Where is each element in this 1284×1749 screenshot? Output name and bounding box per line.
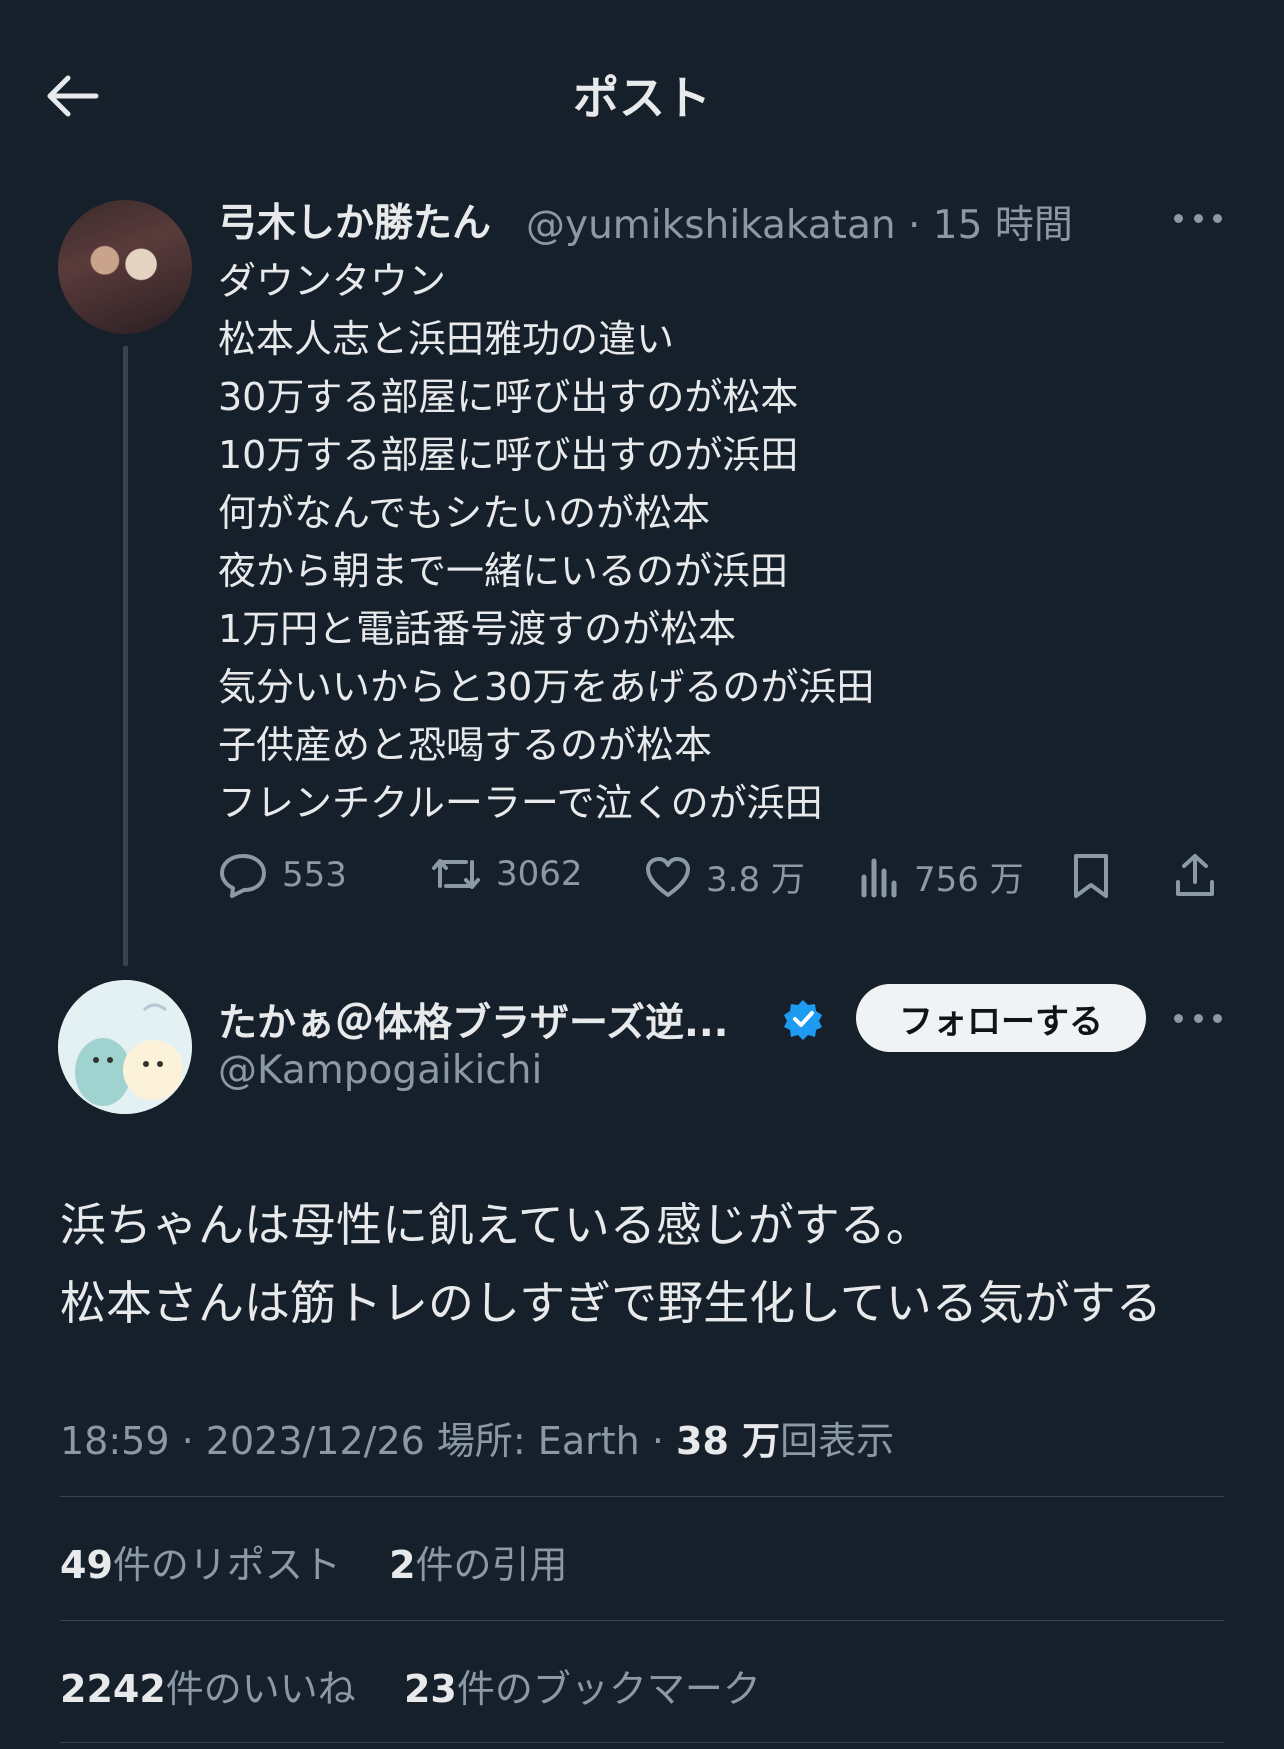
share-icon [1176,854,1214,896]
post-text-line: 気分いいからと30万をあげるのが浜田 [218,665,875,709]
post-location: 場所: Earth [436,1419,640,1463]
thread-connector-line [123,346,128,966]
post-text-line: ダウンタウン [218,259,447,303]
reply-button[interactable]: 553 [218,852,347,898]
post-metadata: 18:59 · 2023/12/26 場所: Earth · 38 万回表示 [60,1410,894,1465]
avatar-illustration [58,980,192,1114]
post-text-line: 30万する部屋に呼び出すのが松本 [218,375,799,419]
more-icon [1213,1013,1222,1023]
more-options-button[interactable] [1174,1008,1222,1028]
more-options-button[interactable] [1174,208,1222,228]
post-text-line: 浜ちゃんは母性に飢えている感じがする。 [60,1198,932,1252]
bar-chart-icon [861,858,897,897]
post-text: 浜ちゃんは母性に飢えている感じがする。 松本さんは筋トレのしすぎで野生化している… [60,1186,1162,1342]
more-icon [1213,213,1222,223]
follow-button[interactable]: フォローする [856,984,1146,1052]
views-count: 756 万 [914,860,1024,900]
heart-icon [646,856,690,897]
separator: · [181,1419,194,1463]
more-icon [1174,213,1183,223]
bookmark-icon [1074,854,1108,898]
avatar[interactable] [58,200,192,334]
likes-label: 件のいいね [165,1667,356,1711]
divider [60,1496,1224,1497]
post-text-line: 10万する部屋に呼び出すのが浜田 [218,433,799,477]
share-button[interactable] [1172,852,1218,904]
views-count: 38 万 [676,1419,781,1463]
bookmarks-link[interactable]: 23件のブックマーク [404,1667,761,1711]
post-text: ダウンタウン 松本人志と浜田雅功の違い 30万する部屋に呼び出すのが松本 10万… [218,252,874,832]
divider [60,1742,1224,1743]
bookmarks-count: 23 [403,1667,457,1711]
more-icon [1193,213,1203,223]
author-handle[interactable]: @Kampogaikichi [218,1048,542,1093]
post-text-line: 夜から朝まで一緒にいるのが浜田 [218,549,789,593]
quotes-count: 2 [389,1543,416,1587]
separator: · [651,1419,664,1463]
like-button[interactable]: 3.8 万 [644,852,805,901]
reposts-label: 件のリポスト [112,1543,341,1587]
post-text-line: 子供産めと恐喝するのが松本 [218,723,713,767]
more-icon [1174,1013,1183,1023]
page-title: ポスト [573,71,711,125]
stats-row-reposts: 49件のリポスト 2件の引用 [60,1534,568,1589]
quotes-link[interactable]: 2件の引用 [389,1543,567,1587]
divider [60,1620,1224,1621]
reposts-count: 49 [60,1543,113,1587]
author-display-name[interactable]: 弓木しか勝たん [218,192,491,248]
views-button[interactable]: 756 万 [858,852,1024,901]
more-icon [1193,1013,1203,1023]
quotes-label: 件の引用 [415,1543,568,1587]
likes-count: 2242 [60,1667,166,1711]
post-text-line: 松本人志と浜田雅功の違い [218,317,675,361]
post-time[interactable]: 18:59 [60,1419,170,1463]
post-time: · 15 時間 [908,203,1073,248]
reposts-link[interactable]: 49件のリポスト [60,1543,341,1587]
bookmarks-label: 件のブックマーク [456,1667,761,1711]
reply-count: 553 [282,855,347,895]
repost-button[interactable]: 3062 [430,852,583,896]
post-date[interactable]: 2023/12/26 [206,1419,425,1463]
stats-row-likes: 2242件のいいね 23件のブックマーク [60,1658,761,1713]
likes-link[interactable]: 2242件のいいね [60,1667,356,1711]
post-text-line: 1万円と電話番号渡すのが松本 [218,607,737,651]
avatar[interactable] [58,980,192,1114]
post-text-line: フレンチクルーラーで泣くのが浜田 [218,781,823,825]
post-text-line: 何がなんでもシたいのが松本 [218,491,711,535]
author-handle[interactable]: @yumikshikakatan [526,203,896,248]
author-handle-and-time[interactable]: @yumikshikakatan · 15 時間 [526,194,1073,250]
reply-icon [220,854,266,898]
post-text-line: 松本さんは筋トレのしすぎで野生化している気がする [60,1276,1162,1330]
repost-count: 3062 [496,854,583,894]
like-count: 3.8 万 [706,860,805,900]
author-display-name[interactable]: たかぁ＠体格ブラザーズ逆... [218,992,729,1048]
verified-badge-icon [782,998,824,1040]
views-label: 回表示 [780,1419,895,1463]
repost-icon [432,859,480,889]
bookmark-button[interactable] [1070,852,1112,904]
